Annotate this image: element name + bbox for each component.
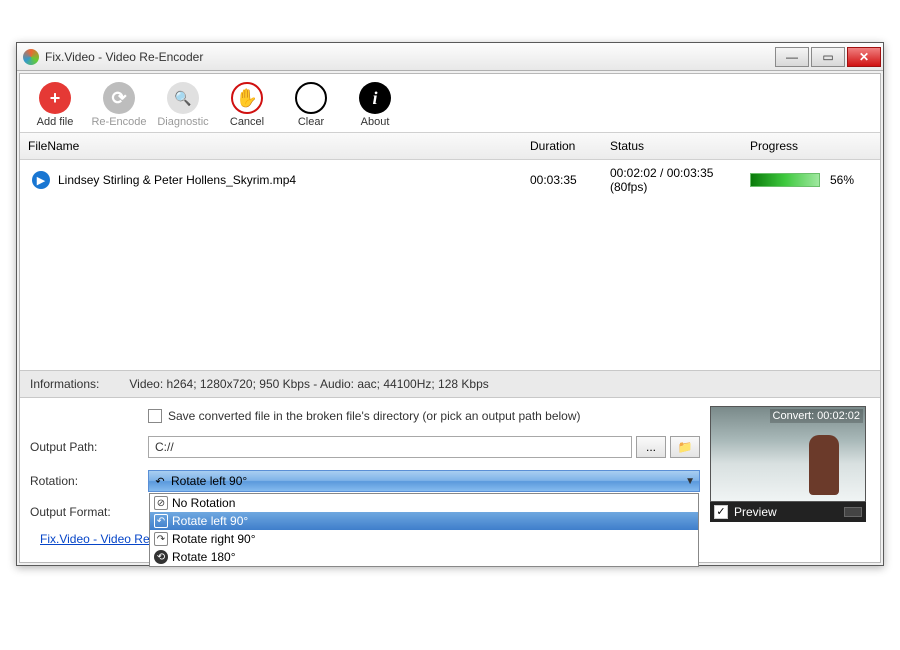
rotation-select[interactable]: ↶ Rotate left 90° ▼ ⊘ No Rotation ↶ Rota… <box>148 470 700 492</box>
settings-panel: Save converted file in the broken file's… <box>20 398 880 562</box>
window-controls: — ▭ ✕ <box>773 47 881 67</box>
rotation-option-left90[interactable]: ↶ Rotate left 90° <box>150 512 698 530</box>
about-button[interactable]: i About <box>350 82 400 128</box>
clear-button[interactable]: ✖ Clear <box>286 82 336 128</box>
browse-button[interactable]: ... <box>636 436 666 458</box>
chevron-down-icon: ▼ <box>685 476 695 487</box>
status-cell: 00:02:02 / 00:03:35 (80fps) <box>602 164 742 196</box>
folder-icon: 📁 <box>678 440 693 454</box>
titlebar[interactable]: Fix.Video - Video Re-Encoder — ▭ ✕ <box>17 43 883 71</box>
toolbar: + Add file ⟳ Re-Encode 🔍 Diagnostic ✋ Ca… <box>20 74 880 132</box>
preview-image: Convert: 00:02:02 <box>710 406 866 502</box>
rotation-label: Rotation: <box>30 474 138 488</box>
col-duration[interactable]: Duration <box>522 137 602 155</box>
file-list: ▶ Lindsey Stirling & Peter Hollens_Skyri… <box>20 160 880 370</box>
rotation-selected: Rotate left 90° <box>171 474 247 488</box>
open-folder-button[interactable]: 📁 <box>670 436 700 458</box>
preview-toggle[interactable] <box>844 507 862 517</box>
output-path-input[interactable] <box>148 436 632 458</box>
window-title: Fix.Video - Video Re-Encoder <box>45 50 773 64</box>
output-format-label: Output Format: <box>30 505 138 519</box>
app-icon <box>23 49 39 65</box>
col-status[interactable]: Status <box>602 137 742 155</box>
add-file-button[interactable]: + Add file <box>30 82 80 128</box>
maximize-button[interactable]: ▭ <box>811 47 845 67</box>
no-rotation-icon: ⊘ <box>154 496 168 510</box>
content-area: + Add file ⟳ Re-Encode 🔍 Diagnostic ✋ Ca… <box>19 73 881 563</box>
rotate-left-icon: ↶ <box>153 474 167 488</box>
filename-cell: Lindsey Stirling & Peter Hollens_Skyrim.… <box>58 173 296 187</box>
rotation-option-180[interactable]: ⟲ Rotate 180° <box>150 548 698 566</box>
rotate-left-icon: ↶ <box>154 514 168 528</box>
table-row[interactable]: ▶ Lindsey Stirling & Peter Hollens_Skyri… <box>20 160 880 200</box>
save-in-dir-label: Save converted file in the broken file's… <box>168 409 581 423</box>
progress-bar <box>750 173 820 187</box>
plus-icon: + <box>39 82 71 114</box>
list-header: FileName Duration Status Progress <box>20 132 880 160</box>
info-text: Video: h264; 1280x720; 950 Kbps - Audio:… <box>129 377 488 391</box>
clear-icon: ✖ <box>295 82 327 114</box>
rotate-right-icon: ↷ <box>154 532 168 546</box>
progress-percent: 56% <box>830 173 854 187</box>
col-filename[interactable]: FileName <box>20 137 522 155</box>
preview-panel: Convert: 00:02:02 Preview <box>710 406 866 522</box>
cancel-button[interactable]: ✋ Cancel <box>222 82 272 128</box>
output-path-label: Output Path: <box>30 440 138 454</box>
minimize-button[interactable]: — <box>775 47 809 67</box>
close-button[interactable]: ✕ <box>847 47 881 67</box>
rotation-option-right90[interactable]: ↷ Rotate right 90° <box>150 530 698 548</box>
duration-cell: 00:03:35 <box>522 171 602 189</box>
video-file-icon: ▶ <box>32 171 50 189</box>
refresh-icon: ⟳ <box>103 82 135 114</box>
info-label: Informations: <box>30 377 99 391</box>
hand-stop-icon: ✋ <box>231 82 263 114</box>
app-window: Fix.Video - Video Re-Encoder — ▭ ✕ + Add… <box>16 42 884 566</box>
info-icon: i <box>359 82 391 114</box>
rotation-option-none[interactable]: ⊘ No Rotation <box>150 494 698 512</box>
rotation-dropdown: ⊘ No Rotation ↶ Rotate left 90° ↷ Rotate… <box>149 493 699 567</box>
preview-checkbox[interactable] <box>714 505 728 519</box>
preview-label: Preview <box>734 505 777 519</box>
diagnostic-icon: 🔍 <box>167 82 199 114</box>
info-bar: Informations: Video: h264; 1280x720; 950… <box>20 370 880 398</box>
diagnostic-button[interactable]: 🔍 Diagnostic <box>158 82 208 128</box>
col-progress[interactable]: Progress <box>742 137 880 155</box>
convert-overlay: Convert: 00:02:02 <box>770 409 863 423</box>
rotate-180-icon: ⟲ <box>154 550 168 564</box>
reencode-button[interactable]: ⟳ Re-Encode <box>94 82 144 128</box>
save-in-dir-checkbox[interactable] <box>148 409 162 423</box>
